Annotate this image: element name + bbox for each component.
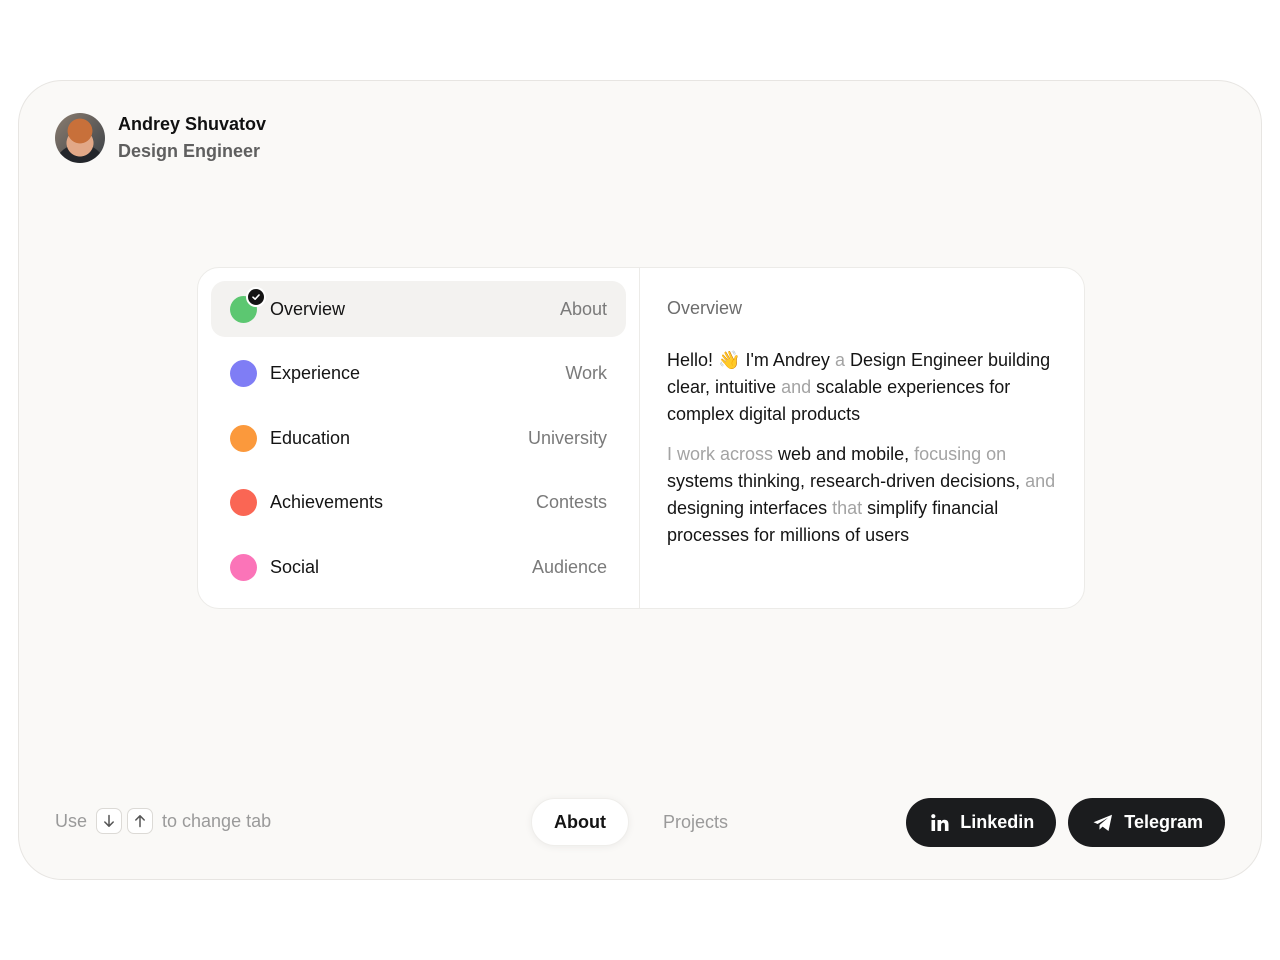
profile-name: Andrey Shuvatov xyxy=(118,114,267,134)
profile-role: Design Engineer xyxy=(118,141,261,161)
menu-item-experience[interactable]: Experience Work xyxy=(211,346,626,402)
menu-item-category: Work xyxy=(565,363,607,383)
hint-tail: to change tab xyxy=(162,810,272,831)
linkedin-icon xyxy=(930,813,950,833)
hint-lead: Use xyxy=(55,810,88,831)
wave-icon: 👋 xyxy=(718,350,741,370)
social-dot-icon xyxy=(230,553,257,581)
telegram-label: Telegram xyxy=(1124,812,1203,832)
menu-item-social[interactable]: Social Audience xyxy=(211,539,626,595)
detail-title: Overview xyxy=(667,298,743,318)
profile: Andrey Shuvatov Design Engineer xyxy=(55,112,266,163)
menu-item-label: Overview xyxy=(270,298,346,319)
achievements-dot-icon xyxy=(230,489,257,516)
menu-item-education[interactable]: Education University xyxy=(211,410,626,466)
app-frame: Andrey Shuvatov Design Engineer Overview… xyxy=(18,80,1262,880)
social-links: Linkedin Telegram xyxy=(894,798,1225,847)
menu-item-category: University xyxy=(527,427,607,448)
detail-panel: Overview Hello! 👋 I'm Andrey a Design En… xyxy=(640,268,1084,608)
tab-projects[interactable]: Projects xyxy=(641,798,750,846)
telegram-button[interactable]: Telegram xyxy=(1068,798,1225,847)
focus-paragraph: I work across web and mobile, focusing o… xyxy=(667,444,1056,545)
menu-item-category: About xyxy=(559,298,607,319)
menu-item-achievements[interactable]: Achievements Contests xyxy=(211,475,626,531)
avatar xyxy=(55,112,105,163)
arrow-down-icon xyxy=(96,808,123,834)
tab-about[interactable]: About xyxy=(531,798,629,846)
menu-item-category: Contests xyxy=(535,492,607,512)
menu-item-category: Audience xyxy=(531,556,607,577)
menu-item-overview[interactable]: Overview About xyxy=(211,281,626,337)
menu-item-label: Social xyxy=(270,556,320,577)
main-tabs: About Projects xyxy=(531,798,750,846)
section-menu: Overview About Experience Work Education… xyxy=(198,268,640,608)
linkedin-label: Linkedin xyxy=(960,812,1035,832)
linkedin-button[interactable]: Linkedin xyxy=(906,798,1057,847)
intro-paragraph: Hello! 👋 I'm Andrey a Design Engineer bu… xyxy=(667,350,1051,424)
menu-item-label: Achievements xyxy=(270,492,384,512)
arrow-up-icon xyxy=(127,808,154,834)
education-dot-icon xyxy=(230,424,257,452)
menu-item-label: Education xyxy=(270,427,351,448)
experience-dot-icon xyxy=(230,360,257,387)
overview-card: Overview About Experience Work Education… xyxy=(197,267,1085,609)
check-icon xyxy=(246,286,266,307)
keyboard-hint: Use to change tab xyxy=(55,808,271,834)
telegram-icon xyxy=(1092,813,1114,833)
menu-item-label: Experience xyxy=(270,363,361,383)
